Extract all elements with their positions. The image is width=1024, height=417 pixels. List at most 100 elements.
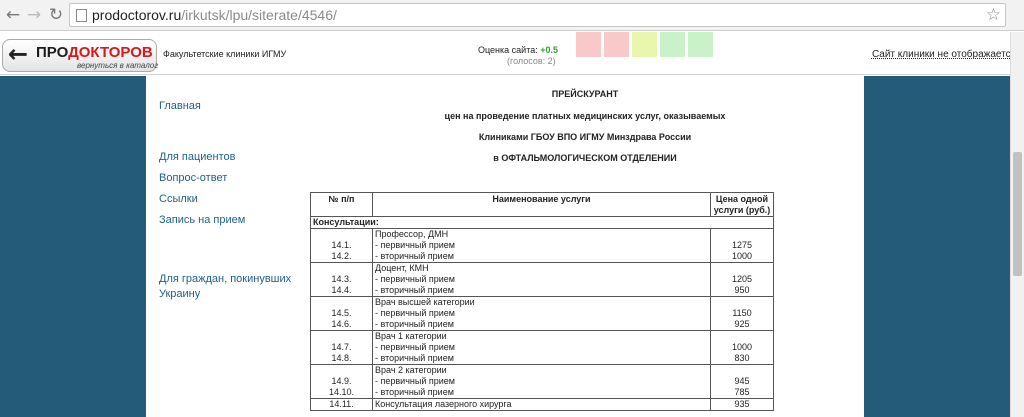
- votes-count: (голосов: 2): [507, 56, 556, 66]
- category-row: Консультации:: [310, 216, 774, 229]
- prodoctorov-logo-button[interactable]: ← ПРОДОКТОРОВ вернуться в каталог: [2, 39, 159, 72]
- service-price: 945: [734, 376, 750, 386]
- menu-item-patients[interactable]: Для пациентов: [159, 150, 235, 164]
- price-list-subtitle-2: Клиниками ГБОУ ВПО ИГМУ Минздрава России: [478, 132, 692, 142]
- browser-toolbar: ← → ↻ prodoctorov.ru/irkutsk/lpu/siterat…: [0, 0, 1024, 31]
- category-label: Консультации:: [310, 216, 774, 229]
- scrollbar[interactable]: [1010, 32, 1024, 417]
- row-prices: 1275 1000: [710, 228, 774, 263]
- service-name: - первичный прием: [375, 308, 455, 318]
- table-row: 14.9. 14.10. Врач 2 категории - первичный п…: [310, 364, 774, 399]
- row-services: Врач 1 категории - первичный прием - втори…: [372, 330, 711, 365]
- service-number: 14.8.: [331, 353, 352, 363]
- price-list-title: ПРЕЙСКУРАНТ: [551, 89, 619, 99]
- service-price: 935: [710, 398, 774, 411]
- menu-item-questions[interactable]: Вопрос-ответ: [159, 171, 227, 185]
- service-name: - первичный прием: [375, 376, 455, 386]
- service-name: - вторичный прием: [375, 387, 454, 397]
- header-price: Цена одной услуги (руб.): [710, 192, 774, 217]
- service-price: 1000: [731, 342, 753, 352]
- bookmark-star-icon[interactable]: ☆: [986, 5, 1001, 25]
- url-domain: prodoctorov.ru: [92, 7, 182, 23]
- table-row: 14.3. 14.4. Доцент, КМН - первичный прием - …: [310, 262, 774, 297]
- row-prices: 945 785: [710, 364, 774, 399]
- logo-subtitle: вернуться в каталог: [77, 61, 159, 70]
- price-table-body: Консультации: 14.1. 14.2. Профессор, ДМН - …: [310, 216, 774, 411]
- back-arrow-icon[interactable]: ←: [3, 5, 23, 25]
- price-table: № п/п Наименование услуги Цена одной усл…: [310, 192, 774, 411]
- table-header-row: № п/п Наименование услуги Цена одной усл…: [310, 192, 774, 217]
- service-name: - вторичный прием: [375, 251, 454, 261]
- menu-item-links[interactable]: Ссылки: [159, 192, 198, 206]
- service-number: 14.4.: [331, 285, 352, 295]
- group-title: Профессор, ДМН: [375, 229, 449, 240]
- row-prices: 1205 950: [710, 262, 774, 297]
- row-numbers: 14.3. 14.4.: [310, 262, 373, 297]
- price-list-subtitle-1: цен на проведение платных медицинских ус…: [444, 111, 726, 121]
- row-numbers: 14.1. 14.2.: [310, 228, 373, 263]
- page-icon: [76, 9, 87, 22]
- service-number: 14.2.: [331, 251, 352, 261]
- menu-item-appointment[interactable]: Запись на прием: [159, 213, 245, 227]
- service-name: - вторичный прием: [375, 285, 454, 295]
- service-number: 14.6.: [331, 319, 352, 329]
- service-name: - первичный прием: [375, 342, 455, 352]
- scrollbar-thumb[interactable]: [1013, 152, 1022, 276]
- service-price: 1150: [732, 308, 752, 318]
- service-name: - первичный прием: [375, 274, 455, 284]
- url-path: /irkutsk/lpu/siterate/4546/: [181, 7, 337, 23]
- menu-item-ukraine-line2[interactable]: Украину: [159, 287, 200, 301]
- menu-item-ukraine[interactable]: Для граждан, покинувших: [159, 272, 291, 286]
- service-number: 14.11.: [310, 398, 373, 411]
- row-services: Врач 2 категории - первичный прием - втори…: [372, 364, 711, 399]
- url-text: prodoctorov.ru/irkutsk/lpu/siterate/4546…: [92, 7, 337, 23]
- rate-button-4[interactable]: [660, 32, 685, 57]
- service-price: 925: [734, 319, 750, 329]
- group-title: Врач 2 категории: [375, 365, 447, 376]
- row-numbers: 14.9. 14.10.: [310, 364, 373, 399]
- rate-button-1[interactable]: [576, 32, 601, 57]
- group-title: Доцент, КМН: [375, 263, 429, 274]
- logo-text: ПРОДОКТОРОВ: [36, 44, 153, 61]
- service-price: 1205: [731, 274, 753, 284]
- service-name: Консультация лазерного хирурга: [372, 398, 711, 411]
- rating-label: Оценка сайта:: [478, 45, 538, 55]
- service-number: 14.3.: [331, 274, 352, 284]
- rate-button-3[interactable]: [632, 32, 657, 57]
- site-not-shown-link[interactable]: Сайт клиники не отображается: [872, 49, 1016, 60]
- menu-item-home[interactable]: Главная: [159, 99, 201, 113]
- service-price: 785: [734, 387, 750, 397]
- service-number: 14.9.: [331, 376, 352, 386]
- row-services: Врач высшей категории - первичный прием - …: [372, 296, 711, 331]
- address-bar[interactable]: prodoctorov.ru/irkutsk/lpu/siterate/4546…: [69, 3, 1006, 27]
- service-number: 14.1.: [331, 240, 352, 250]
- table-row: 14.1. 14.2. Профессор, ДМН - первичный прие…: [310, 228, 774, 263]
- group-title: Врач высшей категории: [375, 297, 475, 308]
- site-rating: Оценка сайта: +0.5: [478, 45, 558, 55]
- right-side-panel: [864, 76, 1010, 417]
- back-arrow-icon: ←: [8, 40, 29, 68]
- table-row: 14.5. 14.6. Врач высшей категории - первичн…: [310, 296, 774, 331]
- reload-icon[interactable]: ↻: [46, 5, 66, 25]
- service-price: 1000: [731, 251, 753, 261]
- service-price: 830: [734, 353, 750, 363]
- left-side-panel: [0, 76, 146, 417]
- price-list-subtitle-3: в ОФТАЛЬМОЛОГИЧЕСКОМ ОТДЕЛЕНИИ: [493, 153, 677, 163]
- forward-arrow-icon[interactable]: →: [24, 5, 44, 25]
- service-number: 14.7.: [331, 342, 352, 352]
- row-prices: 1150 925: [710, 296, 774, 331]
- service-price: 950: [734, 285, 750, 295]
- clinic-name: Факультетские клиники ИГМУ: [163, 49, 287, 59]
- header-service: Наименование услуги: [372, 192, 711, 217]
- row-prices: 1000 830: [710, 330, 774, 365]
- rating-value: +0.5: [540, 45, 559, 55]
- rate-button-5[interactable]: [688, 32, 713, 57]
- rate-button-2[interactable]: [604, 32, 629, 57]
- service-number: 14.5.: [331, 308, 352, 318]
- service-name: - вторичный прием: [375, 319, 454, 329]
- row-numbers: 14.5. 14.6.: [310, 296, 373, 331]
- table-row: 14.11. Консультация лазерного хирурга 935: [310, 398, 774, 411]
- group-title: Врач 1 категории: [375, 331, 447, 342]
- header-number: № п/п: [310, 192, 373, 217]
- logo-text-black: ПРО: [36, 44, 69, 61]
